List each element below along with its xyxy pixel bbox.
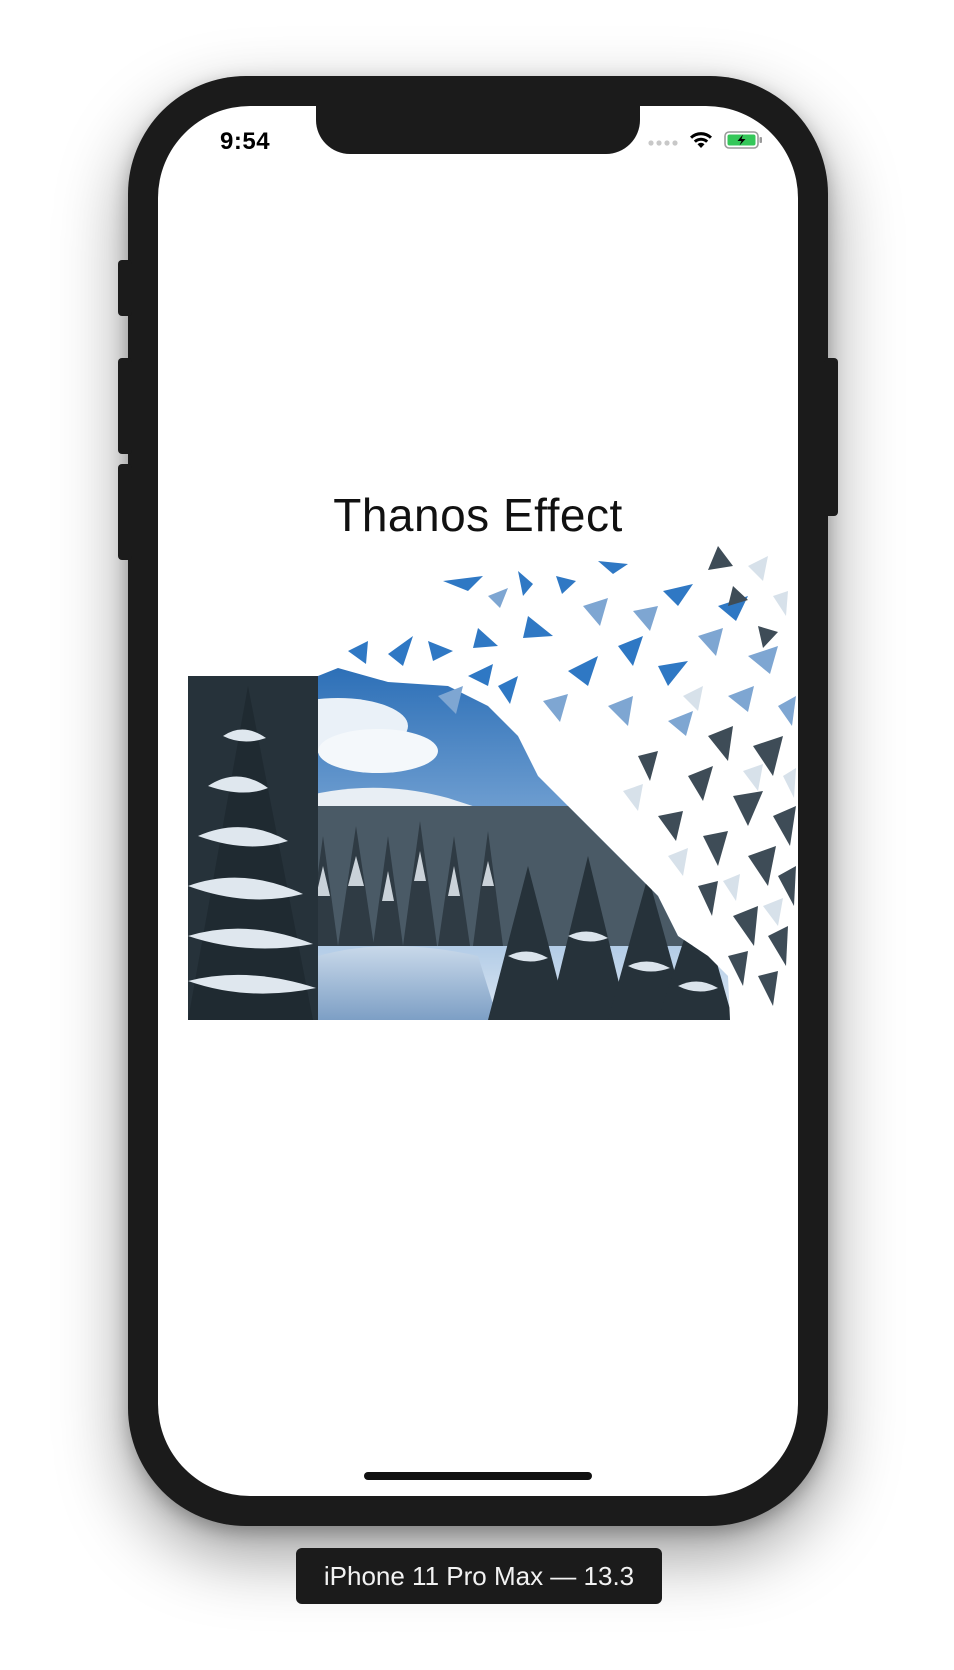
silent-switch xyxy=(118,260,132,316)
simulator-stage: 9:54 Thanos Effect iPhone 11 Pro Max — 1… xyxy=(0,0,954,1670)
battery-charging-icon xyxy=(724,130,764,155)
wifi-icon xyxy=(688,130,714,155)
home-indicator[interactable] xyxy=(364,1472,592,1480)
thanos-effect-title: Thanos Effect xyxy=(333,489,623,541)
phone-screen: 9:54 Thanos Effect xyxy=(158,106,798,1496)
status-time: 9:54 xyxy=(220,128,271,155)
device-name-label: iPhone 11 Pro Max — 13.3 xyxy=(296,1548,662,1604)
status-icons xyxy=(648,130,764,155)
cellular-signal-dots-icon xyxy=(648,134,678,152)
volume-down-button xyxy=(118,464,132,560)
power-button xyxy=(824,358,838,516)
volume-up-button xyxy=(118,358,132,454)
notch xyxy=(316,106,640,154)
snowy-forest-photo[interactable] xyxy=(188,536,798,1020)
